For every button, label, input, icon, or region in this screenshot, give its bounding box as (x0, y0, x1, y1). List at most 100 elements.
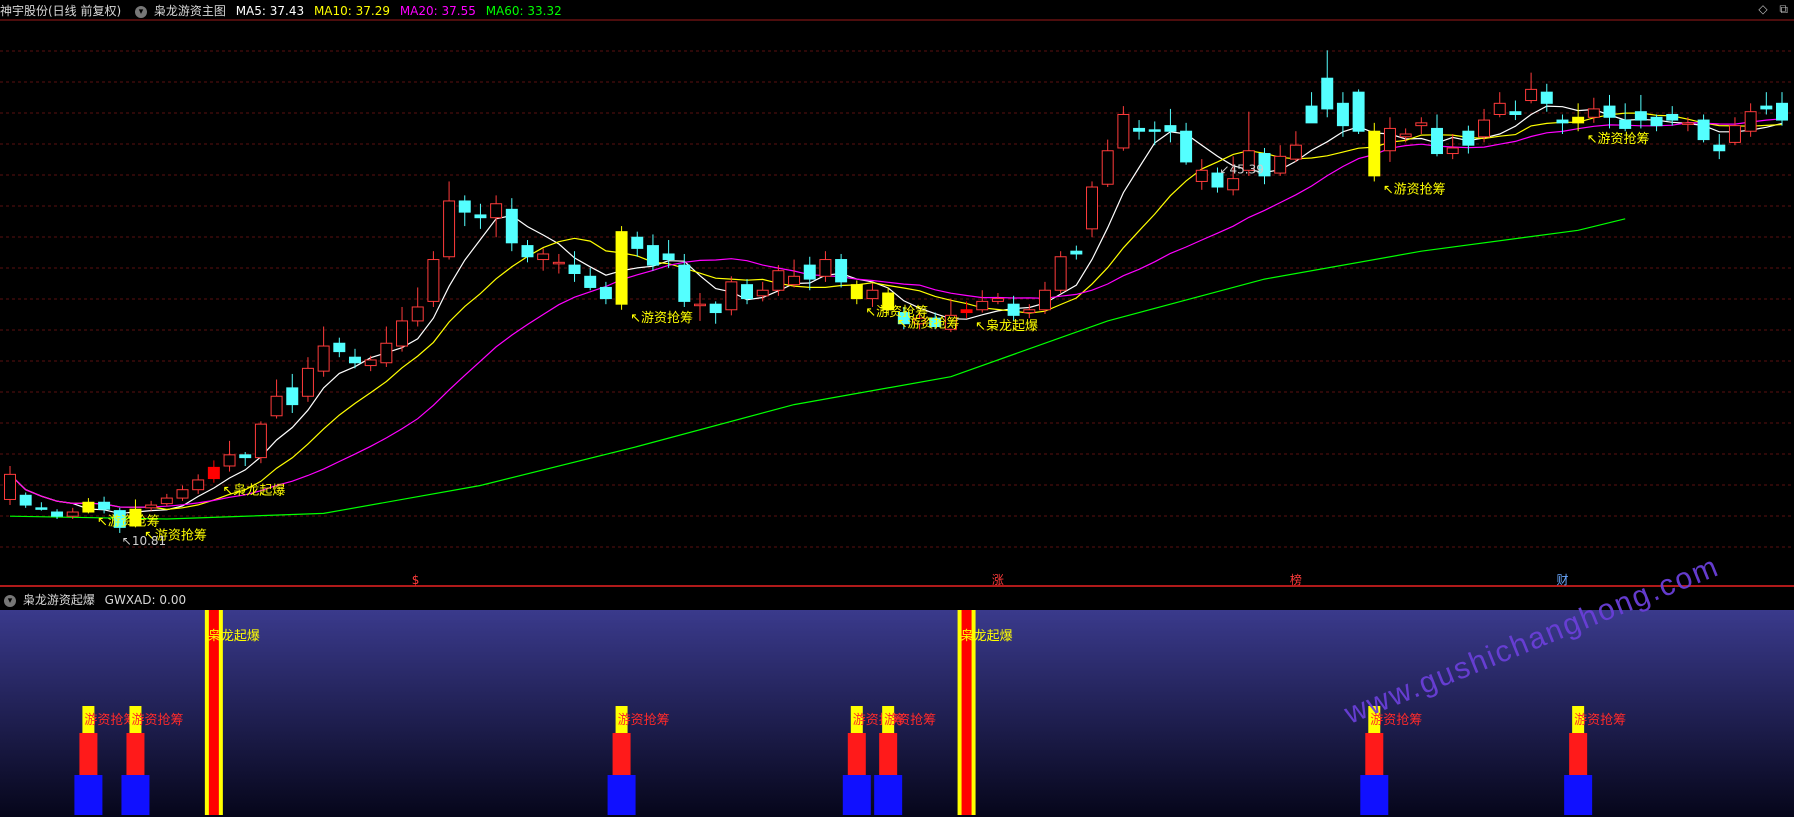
candle-body (693, 303, 706, 307)
signal-marker-label: ↖游资抢筹 (897, 315, 960, 331)
candle-body (333, 342, 346, 353)
candle-body (270, 395, 283, 417)
candle (1117, 106, 1130, 151)
candle-body (1195, 169, 1208, 182)
candle (1274, 145, 1287, 176)
candle (991, 293, 1004, 305)
candle-body (1305, 105, 1318, 124)
candle (1603, 94, 1616, 129)
candle-body (1493, 102, 1506, 115)
candle-body (552, 261, 565, 265)
candle (584, 267, 597, 291)
candle-body (615, 231, 628, 305)
candle (709, 301, 722, 324)
candle-body (145, 504, 158, 509)
candle-body (1431, 127, 1443, 155)
candle (443, 181, 456, 260)
candle (1697, 114, 1710, 143)
candle-body (207, 466, 220, 480)
candle-body (1556, 119, 1569, 124)
candle (286, 373, 299, 413)
signal-marker-label: ↖游资抢筹 (1383, 181, 1446, 197)
candle (1776, 92, 1788, 126)
candle-body (756, 289, 769, 297)
candle-body (254, 423, 267, 459)
signal-bar-blue (1564, 775, 1593, 815)
candle (1493, 92, 1506, 118)
signal-bar-label: 枭龙起爆 (961, 628, 1013, 644)
candle-body (411, 306, 424, 322)
candle (35, 502, 48, 511)
candle (160, 493, 173, 507)
candle-body (223, 454, 236, 467)
candle-body (835, 259, 848, 283)
candle-body (1650, 116, 1663, 127)
candle (741, 279, 754, 305)
signal-bar-red (1569, 733, 1588, 775)
candle-body (521, 245, 534, 258)
candle-body (176, 489, 189, 499)
candle-body (1634, 111, 1647, 121)
candle-body (662, 253, 675, 261)
signal-bar-red (79, 733, 98, 775)
candle (725, 276, 738, 316)
candle (1038, 281, 1051, 314)
candle-body (1744, 111, 1757, 132)
candle-body (1728, 125, 1741, 143)
signal-bar-blue (874, 775, 903, 815)
candle (1744, 103, 1757, 137)
candle-body (35, 507, 48, 510)
candle (1713, 134, 1726, 160)
candle-body (709, 303, 722, 314)
candle-body (1383, 127, 1396, 152)
candle (1101, 139, 1114, 188)
candle (615, 226, 628, 310)
signal-bar-blue (1360, 775, 1389, 815)
candle (474, 203, 487, 229)
candle-body (1587, 108, 1600, 118)
candle-body (396, 320, 409, 347)
candle-body (1070, 250, 1083, 255)
signal-bar-label: 游资抢筹 (884, 712, 936, 728)
candle-body (1101, 150, 1114, 185)
signal-marker-label: ↖游资抢筹 (630, 310, 693, 326)
signal-bar-red (847, 733, 866, 775)
candle (568, 251, 581, 282)
candle-body (1086, 186, 1099, 230)
candle (1086, 181, 1099, 238)
candle-body (1289, 144, 1302, 160)
sub-indicator-name[interactable]: 枭龙游资起爆 (23, 593, 95, 607)
candle-body (427, 259, 440, 302)
candle (537, 248, 550, 271)
candle-body (725, 281, 738, 311)
candle-body (1007, 303, 1020, 316)
candle (4, 465, 16, 506)
candle-body (646, 245, 659, 266)
candle-body (1148, 129, 1161, 132)
candle-body (1713, 144, 1726, 152)
signal-marker-label: ↖枭龙起爆 (222, 483, 285, 499)
candle (254, 421, 267, 464)
candle-body (51, 511, 64, 517)
candle (1650, 114, 1663, 132)
candle-body (850, 284, 863, 300)
signal-marker-label: ↖游资抢筹 (1587, 131, 1650, 147)
candle-body (1415, 122, 1428, 127)
candle (1525, 72, 1538, 104)
candle-body (474, 214, 487, 219)
candle-body (1572, 116, 1585, 124)
candle (1352, 89, 1365, 135)
candle-body (1336, 102, 1349, 127)
candle-body (192, 479, 205, 491)
candle (1509, 100, 1522, 121)
candle (333, 337, 346, 358)
candle (976, 290, 989, 313)
candle-body (1681, 122, 1694, 125)
chevron-down-icon[interactable]: ▾ (4, 594, 16, 607)
candle-body (82, 501, 95, 513)
signal-bar-blue (74, 775, 103, 815)
candle-body (1478, 119, 1491, 138)
candle-body (19, 494, 32, 506)
candlestick-chart[interactable]: ↖游资抢筹↖游资抢筹↖枭龙起爆↖游资抢筹 ↖游资抢筹↖游资抢筹 ↖枭龙起爆↖游资抢筹… (0, 0, 1794, 590)
candle (364, 355, 377, 372)
